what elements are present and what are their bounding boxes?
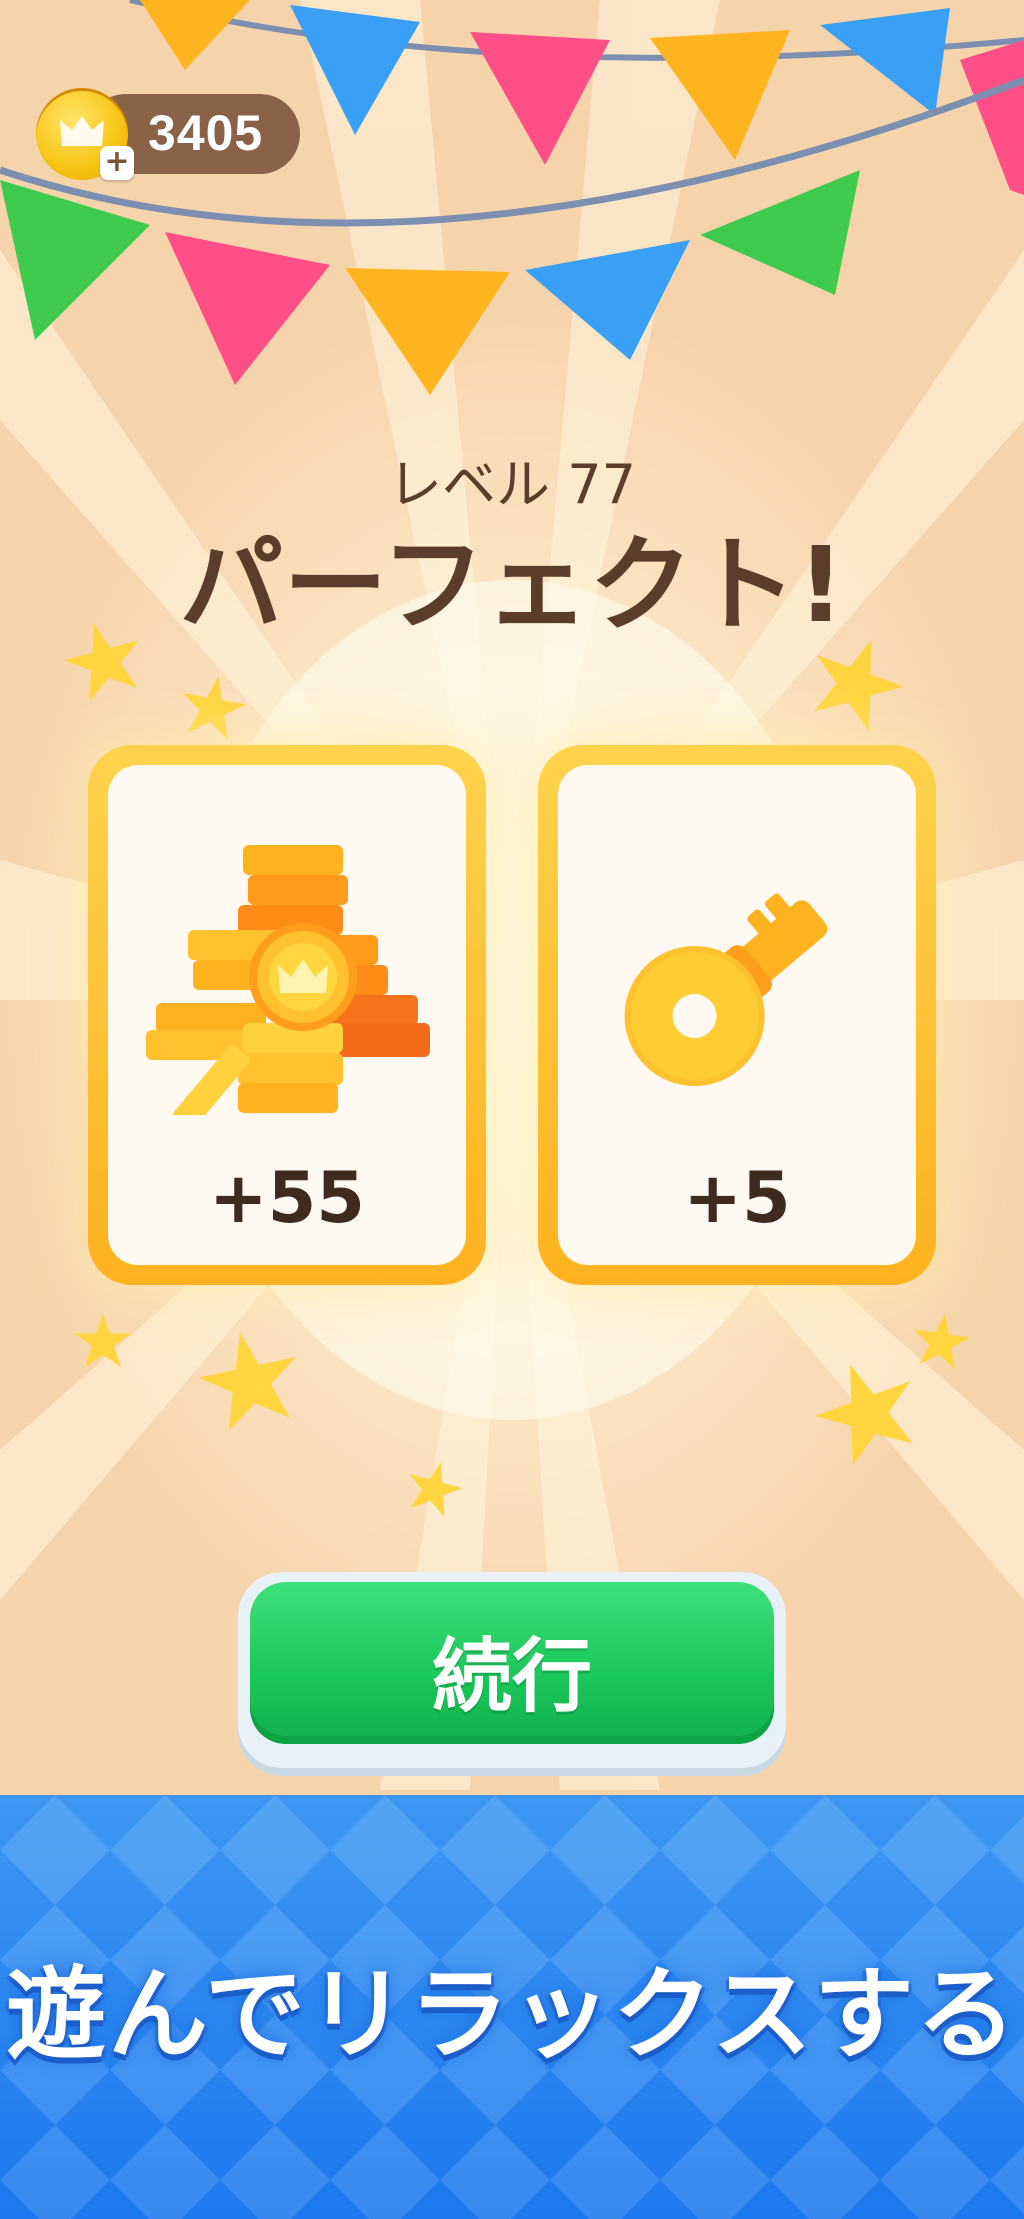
- coin-reward-amount: +55: [208, 1157, 366, 1239]
- continue-button-label: 続行: [432, 1630, 592, 1723]
- star-decoration: [64, 623, 139, 701]
- star-decoration: [198, 1332, 296, 1431]
- level-complete-screen: 3405 + レベル 77 パーフェクト! +55 +5 続行 遊んでリラックス…: [0, 0, 1024, 2219]
- star-decoration: [814, 639, 904, 732]
- star-decoration: [814, 1364, 913, 1466]
- star-decoration: [182, 675, 247, 740]
- key-icon: [624, 893, 828, 1087]
- result-headline: パーフェクト!: [179, 524, 845, 646]
- star-decoration: [409, 1461, 463, 1517]
- star-decoration: [913, 1313, 971, 1370]
- promo-tagline: 遊んでリラックスする: [6, 1956, 1018, 2073]
- continue-button[interactable]: 続行: [238, 1572, 786, 1768]
- add-coins-icon[interactable]: +: [100, 146, 134, 180]
- star-decoration: [74, 1313, 132, 1368]
- coin-count: 3405: [148, 105, 264, 161]
- coin-reward-card: +55: [88, 745, 486, 1285]
- continue-button-face: 続行: [250, 1582, 774, 1744]
- promo-banner: 遊んでリラックスする: [0, 1795, 1024, 2219]
- coin-pile-icon: [146, 845, 430, 1115]
- party-bunting-decoration: [0, 0, 1024, 395]
- key-reward-card: +5: [538, 745, 936, 1285]
- key-reward-amount: +5: [683, 1157, 791, 1239]
